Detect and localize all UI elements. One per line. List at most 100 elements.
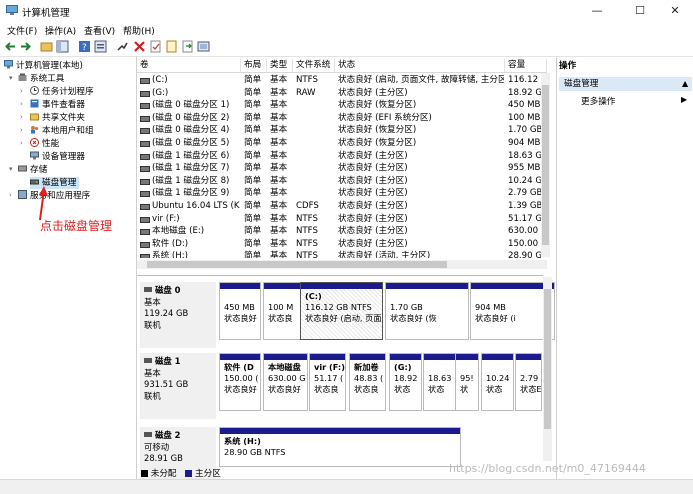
volume-type: 基本 xyxy=(270,75,288,85)
volume-row[interactable]: (磁盘 0 磁盘分区 5) 简单 基本 状态良好 (恢复分区) 904 MB xyxy=(137,137,541,150)
partition-block[interactable]: 软件 (D 150.00 (状态良好 xyxy=(219,353,261,411)
partition-status: 状态良好 (启动, 页面 xyxy=(305,313,382,323)
help-icon[interactable]: ? xyxy=(78,40,91,53)
partition-info: vir (F:) 51.17 (状态良 xyxy=(310,362,345,395)
tree-shared-folders[interactable]: 共享文件夹 xyxy=(30,112,85,124)
tree-system-tools-label: 系统工具 xyxy=(30,74,65,84)
volume-row[interactable]: Ubuntu 16.04 LTS (K:) 简单 基本 CDFS 状态良好 (主分区) 1… xyxy=(137,200,541,213)
menu-file[interactable]: 文件(F) xyxy=(7,24,37,37)
partition-block[interactable]: 10.24 状态 xyxy=(481,353,514,411)
volume-list-scroll-thumb[interactable] xyxy=(542,85,549,245)
open-icon[interactable] xyxy=(165,40,178,53)
expand-performance-icon[interactable]: › xyxy=(20,139,23,147)
show-tree-icon[interactable] xyxy=(56,40,69,53)
volume-row[interactable]: 本地磁盘 (E:) 简单基本 NTFS 状态良好 (主分区) 630.00 G xyxy=(137,225,541,238)
disk-map-scrollbar[interactable] xyxy=(543,277,552,461)
partition-label: vir (F:) xyxy=(314,362,345,372)
partition-block[interactable]: 95! 状 xyxy=(455,353,479,411)
expand-storage-icon[interactable]: ▾ xyxy=(9,165,13,173)
forward-icon[interactable] xyxy=(19,40,32,53)
volume-filesystem: NTFS xyxy=(296,75,318,85)
properties-icon[interactable] xyxy=(94,40,107,53)
partition-block[interactable]: 新加卷 48.83 (状态良 xyxy=(349,353,386,411)
menu-view[interactable]: 查看(V) xyxy=(84,24,115,37)
legend-unallocated-swatch xyxy=(141,470,148,477)
volume-row[interactable]: (磁盘 1 磁盘分区 6) 简单基本 状态良好 (主分区) 18.63 GB xyxy=(137,150,541,163)
connect-icon[interactable] xyxy=(116,40,129,53)
expand-services-icon[interactable]: › xyxy=(9,191,12,199)
volume-layout: 简单 xyxy=(244,125,262,136)
volume-row[interactable]: 软件 (D:) 简单基本 NTFS 状态良好 (主分区) 150.00 C xyxy=(137,238,541,251)
partition-primary-bar xyxy=(350,354,385,360)
disk-type: 基本 xyxy=(144,367,161,378)
tree-storage[interactable]: 存储 xyxy=(18,164,47,176)
volume-row[interactable]: (磁盘 1 磁盘分区 8) 简单基本 状态良好 (主分区) 10.24 GB xyxy=(137,175,541,188)
partition-label xyxy=(390,291,468,302)
tree-services[interactable]: 服务和应用程序 xyxy=(18,190,90,202)
partition-block[interactable]: 本地磁盘 630.00 G 状态良好 xyxy=(263,353,308,411)
tree-event-viewer[interactable]: 事件查看器 xyxy=(30,99,85,111)
storage-icon xyxy=(18,165,27,172)
volume-row[interactable]: (磁盘 1 磁盘分区 9) 简单 基本 状态良好 (主分区) 2.79 GB xyxy=(137,187,541,200)
partition-block[interactable]: 450 MB 状态良好 xyxy=(219,282,261,340)
tree-performance[interactable]: 性能 xyxy=(30,138,59,150)
maximize-button[interactable]: ☐ xyxy=(626,3,654,19)
volume-list-hscrollbar[interactable] xyxy=(137,260,547,269)
tree-local-users[interactable]: 本地用户和组 xyxy=(30,125,94,137)
volume-drive-icon xyxy=(140,115,150,122)
volume-row[interactable]: (磁盘 0 磁盘分区 1) 简单 基本 状态良好 (恢复分区) 450 MB xyxy=(137,99,541,112)
tree-root[interactable]: 计算机管理(本地) xyxy=(4,60,83,72)
minimize-button[interactable]: — xyxy=(583,3,611,19)
tree-task-scheduler[interactable]: 任务计划程序 xyxy=(30,86,94,98)
collapse-icon[interactable]: ▲ xyxy=(682,77,688,91)
disk-header[interactable]: 磁盘 1 基本 931.51 GB 联机 xyxy=(140,353,216,419)
partition-info: (C:) 116.12 GB NTFS 状态良好 (启动, 页面 xyxy=(301,291,382,324)
export-icon[interactable] xyxy=(181,40,194,53)
volume-list-hscroll-thumb[interactable] xyxy=(147,261,447,268)
more-actions-link[interactable]: 更多操作 xyxy=(581,95,615,107)
partition-block[interactable]: 100 M 状态良 xyxy=(263,282,305,340)
volume-capacity: 51.17 GB xyxy=(508,213,541,224)
checklist-icon[interactable] xyxy=(149,40,162,53)
disk-header[interactable]: 磁盘 0 基本 119.24 GB 联机 xyxy=(140,282,216,348)
partition-block[interactable]: (C:) 116.12 GB NTFS 状态良好 (启动, 页面 xyxy=(300,282,383,340)
expand-event-viewer-icon[interactable]: › xyxy=(20,100,23,108)
tree-device-manager[interactable]: 设备管理器 xyxy=(30,151,85,163)
volume-row[interactable]: (G:) 简单基本 RAW 状态良好 (主分区) 18.92 GB xyxy=(137,87,541,100)
volume-row[interactable]: 系统 (H:) 简单 基本 NTFS 状态良好 (活动, 主分区) 28.90 GB xyxy=(137,250,541,258)
up-folder-icon[interactable] xyxy=(40,40,53,53)
back-icon[interactable] xyxy=(4,40,17,53)
partition-size: 51.17 ( xyxy=(314,373,344,383)
menu-help[interactable]: 帮助(H) xyxy=(123,24,155,37)
partition-info: 10.24 状态 xyxy=(482,362,513,395)
delete-icon[interactable] xyxy=(133,40,146,53)
view-icon[interactable] xyxy=(197,40,210,53)
disk-map-scroll-thumb[interactable] xyxy=(544,289,551,429)
partition-size: 28.90 GB NTFS xyxy=(224,447,286,457)
volume-row[interactable]: (C:) 简单 基本 NTFS 状态良好 (启动, 页面文件, 故障转储, 主分区) 11… xyxy=(137,74,541,87)
volume-row[interactable]: (磁盘 0 磁盘分区 2) 简单 基本 状态良好 (EFI 系统分区) 100 MB xyxy=(137,112,541,125)
menu-action[interactable]: 操作(A) xyxy=(45,24,76,37)
partition-block[interactable]: 2.79 (状态E xyxy=(515,353,542,411)
partition-block[interactable]: vir (F:) 51.17 (状态良 xyxy=(309,353,346,411)
close-button[interactable]: ✕ xyxy=(661,3,689,19)
partition-block[interactable]: 系统 (H:) 28.90 GB NTFS xyxy=(219,427,461,467)
more-actions-arrow-icon[interactable]: ▶ xyxy=(681,95,687,104)
tree-system-tools[interactable]: 系统工具 xyxy=(18,73,64,85)
expand-shared-folders-icon[interactable]: › xyxy=(20,113,23,121)
volume-row[interactable]: (磁盘 1 磁盘分区 7) 简单 基本 状态良好 (主分区) 955 MB xyxy=(137,162,541,175)
volume-capacity: 450 MB xyxy=(508,100,541,111)
partition-block[interactable]: 18.63 状态 xyxy=(423,353,456,411)
partition-label: (G:) xyxy=(394,362,412,372)
expand-task-scheduler-icon[interactable]: › xyxy=(20,87,23,95)
partition-block[interactable]: (G:) 18.92 状态 xyxy=(389,353,422,411)
volume-row[interactable]: vir (F:) 简单基本 NTFS 状态良好 (主分区) 51.17 GB xyxy=(137,213,541,226)
expand-local-users-icon[interactable]: › xyxy=(20,126,23,134)
partition-info: 1.70 GB 状态良好 (恢 xyxy=(386,291,468,324)
actions-selected-item[interactable]: 磁盘管理 xyxy=(559,77,692,91)
volume-layout: 简单 xyxy=(244,100,262,111)
expand-system-tools-icon[interactable]: ▾ xyxy=(9,74,13,82)
volume-row[interactable]: (磁盘 0 磁盘分区 4) 简单 基本 状态良好 (恢复分区) 1.70 GB xyxy=(137,124,541,137)
partition-block[interactable]: 1.70 GB 状态良好 (恢 xyxy=(385,282,469,340)
volume-list-scrollbar[interactable] xyxy=(541,73,550,257)
